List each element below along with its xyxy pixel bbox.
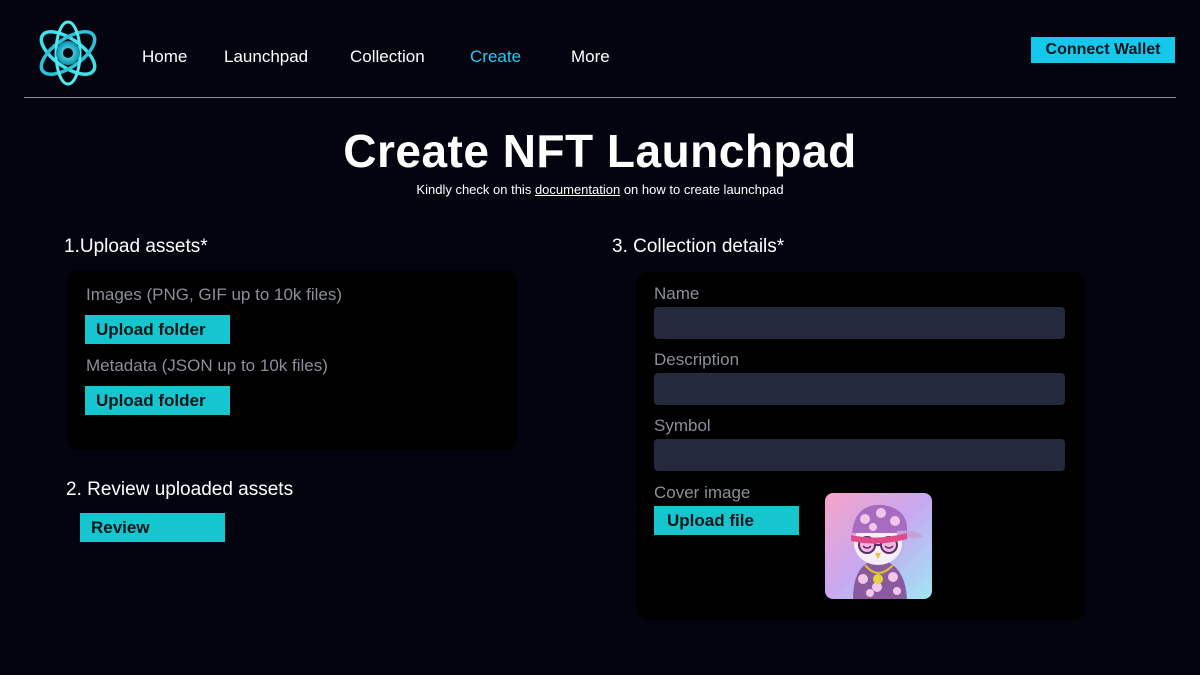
collection-details-heading-text: 3. Collection details [612,236,777,257]
atom-logo-icon[interactable] [34,20,102,86]
review-assets-heading: 2. Review uploaded assets [66,479,294,500]
documentation-link[interactable]: documentation [535,182,620,197]
upload-assets-heading: 1.Upload assets* [64,236,208,258]
description-input[interactable] [654,373,1065,405]
subtitle-text-after: on how to create launchpad [620,182,784,197]
required-mark: * [776,236,785,257]
nav-create[interactable]: Create [470,47,521,67]
page-subtitle: Kindly check on this documentation on ho… [0,182,1200,197]
nav-home[interactable]: Home [142,47,187,67]
symbol-input[interactable] [654,439,1065,471]
nft-cover-thumbnail [825,493,932,599]
nav-launchpad[interactable]: Launchpad [224,47,308,67]
images-label: Images (PNG, GIF up to 10k files) [86,285,343,304]
header-divider [24,97,1176,98]
description-label: Description [654,350,740,369]
subtitle-text-before: Kindly check on this [416,182,535,197]
upload-cover-button[interactable]: Upload file [654,506,799,535]
connect-wallet-button[interactable]: Connect Wallet [1031,37,1175,63]
nav-more[interactable]: More [571,47,610,67]
name-input[interactable] [654,307,1065,339]
symbol-label: Symbol [654,416,711,435]
required-mark: * [200,236,208,257]
review-button[interactable]: Review [80,513,225,542]
upload-assets-heading-text: 1.Upload assets [64,236,201,257]
upload-metadata-button[interactable]: Upload folder [85,386,230,415]
metadata-label: Metadata (JSON up to 10k files) [86,356,328,375]
name-label: Name [654,284,700,303]
collection-details-heading: 3. Collection details* [612,236,784,258]
upload-images-button[interactable]: Upload folder [85,315,230,344]
page-title: Create NFT Launchpad [343,125,857,177]
nav-collection[interactable]: Collection [350,47,425,67]
cover-image-label: Cover image [654,483,751,502]
